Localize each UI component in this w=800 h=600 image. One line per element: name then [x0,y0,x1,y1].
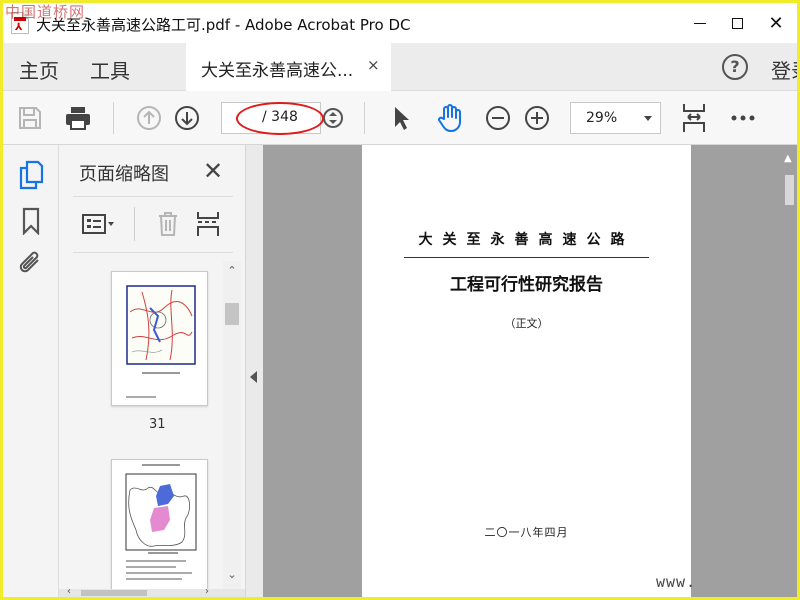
scroll-up-icon[interactable]: ⌃ [226,265,238,277]
delete-icon[interactable] [151,209,185,239]
page-date: 二〇一八年四月 [484,526,569,539]
red-annotation-ellipse [236,102,324,135]
page-thumbnail[interactable] [111,271,208,406]
bookmark-icon[interactable] [16,206,46,236]
maximize-icon [731,17,743,29]
close-window-button[interactable]: ✕ [759,9,793,37]
attachment-icon[interactable] [16,249,46,279]
document-tab-label: 大关至永善高速公... [201,61,354,81]
zoom-out-icon[interactable] [483,103,513,133]
page-thumbnail[interactable] [111,459,208,591]
tab-document[interactable]: 大关至永善高速公... × [186,43,391,91]
chevron-down-icon [644,116,652,121]
hand-tool-icon[interactable] [435,103,465,133]
thumbnail-page-label: 31 [149,417,166,432]
scroll-down-icon[interactable]: ⌄ [226,569,238,581]
save-icon[interactable] [15,103,45,133]
tab-tools[interactable]: 工具 [90,55,130,84]
panel-close-button[interactable]: ✕ [203,157,223,185]
acrobat-window: ⅄ 中国道桥网 大关至永善高速公路工可.pdf - Adobe Acrobat … [3,3,797,597]
collapse-left-icon[interactable] [250,371,257,383]
zoom-select[interactable]: 29% [570,102,661,134]
page-thumbnails-icon[interactable] [16,160,46,190]
select-arrow-icon[interactable] [386,103,416,133]
scroll-up-icon[interactable]: ▲ [784,153,792,164]
maximize-button[interactable] [720,9,754,37]
insert-page-icon[interactable] [191,209,225,239]
fit-page-icon[interactable] [679,103,709,133]
print-icon[interactable] [63,103,93,133]
page-subtitle: 工程可行性研究报告 [450,275,603,295]
document-tab-close-button[interactable]: × [367,56,380,74]
tab-home[interactable]: 主页 [19,55,59,84]
thumbnail-scrollbar[interactable]: ⌃ ⌄ [223,261,241,589]
document-scrollbar[interactable]: ▲ [782,145,797,597]
help-button[interactable]: ? [722,54,748,80]
watermark-bottom: www. [656,573,697,591]
document-view[interactable]: 大关至永善高速公路 工程可行性研究报告 （正文） 二〇一八年四月 www. ▲ [263,145,797,597]
title-rule [404,257,649,258]
document-scrollbar-thumb[interactable] [785,175,794,205]
more-icon[interactable] [728,103,758,133]
scroll-left-icon[interactable]: ‹ [67,586,71,597]
panel-collapse-strip[interactable] [245,145,263,597]
zoom-value: 29% [586,110,618,126]
thumbnail-hscrollbar[interactable]: ‹ › [59,586,245,597]
left-rail [3,145,59,597]
tab-bar: 主页 工具 大关至永善高速公... × ? 登录 [3,43,797,91]
thumbnail-options-icon[interactable] [81,209,115,239]
pdf-page: 大关至永善高速公路 工程可行性研究报告 （正文） 二〇一八年四月 [362,145,691,597]
title-bar: ⅄ 中国道桥网 大关至永善高速公路工可.pdf - Adobe Acrobat … [3,3,797,43]
panel-title: 页面缩略图 [79,164,169,185]
zoom-in-icon[interactable] [522,103,552,133]
thumbnails-panel: 页面缩略图 ✕ 31 ⌃ ⌄ ‹ › [59,145,245,597]
signin-button[interactable]: 登录 [771,55,797,84]
scroll-right-icon[interactable]: › [205,586,209,597]
page-note: （正文） [504,317,549,330]
page-down-icon[interactable] [172,103,202,133]
minimize-icon [694,22,706,24]
scrollbar-thumb[interactable] [225,303,239,325]
thumbnail-list[interactable]: 31 [59,261,223,591]
page-up-icon[interactable] [134,103,164,133]
page-title: 大关至永善高速公路 [418,232,635,248]
toolbar: / 348 29% [3,91,797,145]
window-title: 大关至永善高速公路工可.pdf - Adobe Acrobat Pro DC [36,16,411,34]
page-stepper-icon[interactable] [318,103,348,133]
minimize-button[interactable] [683,9,717,37]
hscrollbar-thumb[interactable] [81,590,147,596]
